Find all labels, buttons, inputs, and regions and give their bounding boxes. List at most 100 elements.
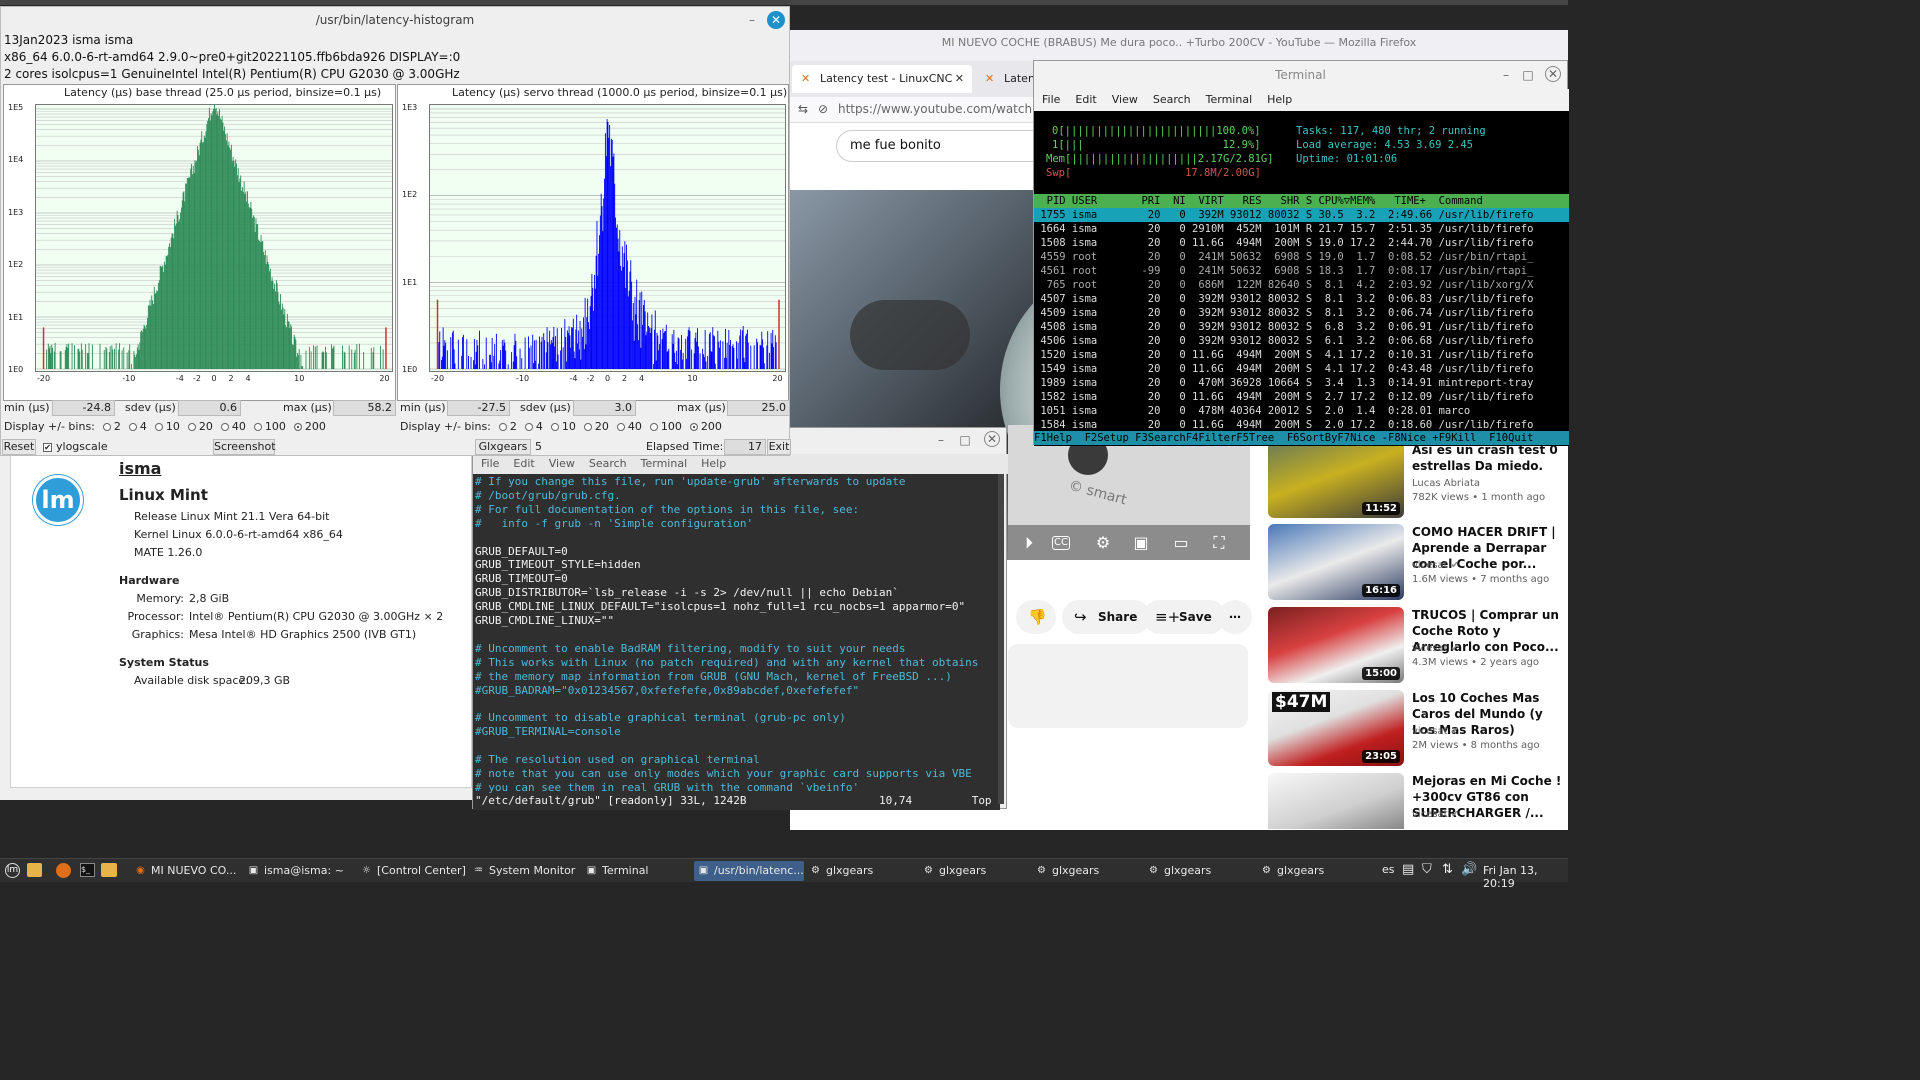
bins-radio-200[interactable] — [293, 423, 302, 431]
minimize-icon[interactable]: – — [1497, 66, 1515, 84]
bins-radio-10[interactable] — [550, 423, 559, 431]
menu-file[interactable]: File — [1042, 93, 1060, 106]
files-launcher-icon[interactable] — [27, 863, 42, 877]
minimize-icon[interactable]: – — [932, 431, 950, 449]
recommendation-thumbnail[interactable]: 16:16 — [1268, 524, 1404, 600]
taskbar-item[interactable]: ⚙ glxgears — [1257, 861, 1367, 881]
process-row[interactable]: 1755 isma 20 0 392M 93012 80032 S 30.5 3… — [1034, 208, 1569, 222]
firefox-launcher-icon[interactable] — [56, 863, 71, 878]
dislike-button[interactable]: 👎 — [1016, 600, 1056, 634]
taskbar-item[interactable]: ▣ isma@isma: ~ — [244, 861, 354, 881]
maximize-icon[interactable]: □ — [1519, 66, 1537, 84]
recommendation-thumbnail[interactable]: $47M 23:05 — [1268, 690, 1404, 766]
volume-icon[interactable]: 🔊 — [1461, 862, 1477, 877]
process-row[interactable]: 1582 isma 20 0 11.6G 494M 200M S 2.7 17.… — [1034, 390, 1569, 404]
channel-name[interactable]: vicesat ✔ — [1412, 643, 1459, 654]
channel-name[interactable]: Lucas Abriata — [1412, 478, 1480, 489]
bins-radio-100[interactable] — [253, 423, 262, 431]
recommendation-thumbnail[interactable]: 11:52 — [1268, 442, 1404, 518]
description-box[interactable] — [1008, 644, 1248, 728]
vim-editor[interactable]: # If you change this file, run 'update-g… — [473, 474, 1000, 810]
process-row[interactable]: 1051 isma 20 0 478M 40364 20012 S 2.0 1.… — [1034, 404, 1569, 418]
share-button[interactable]: ↪ Share — [1062, 600, 1152, 634]
close-icon[interactable]: ✕ — [1545, 66, 1561, 82]
process-row[interactable]: 765 root 20 0 686M 122M 82640 S 8.1 4.2 … — [1034, 278, 1569, 292]
process-row[interactable]: 4509 isma 20 0 392M 93012 80032 S 8.1 3.… — [1034, 306, 1569, 320]
bins-radio-4[interactable] — [524, 423, 533, 431]
bins-radio-20[interactable] — [187, 423, 196, 431]
taskbar-item[interactable]: ⚙ glxgears — [1032, 861, 1142, 881]
taskbar-item[interactable]: ⚙ glxgears — [1144, 861, 1254, 881]
process-row[interactable]: 4561 root -99 0 241M 50632 6908 S 18.3 1… — [1034, 264, 1569, 278]
bins-radio-10[interactable] — [154, 423, 163, 431]
taskbar-item[interactable]: ⚙ glxgears — [919, 861, 1029, 881]
mint-menu-icon[interactable]: lm — [5, 863, 20, 878]
youtube-search-input[interactable]: me fue bonito — [836, 130, 1046, 162]
menu-view[interactable]: View — [549, 457, 575, 470]
miniplayer-icon[interactable]: ▣ — [1130, 532, 1152, 554]
taskbar-item[interactable]: ◉ MI NUEVO CO... — [131, 861, 241, 881]
menu-file[interactable]: File — [481, 457, 499, 470]
bins-radio-4[interactable] — [128, 423, 137, 431]
close-tab-icon[interactable]: ✕ — [955, 65, 964, 93]
terminal-scrollbar[interactable] — [998, 474, 1004, 804]
menu-help[interactable]: Help — [1267, 93, 1292, 106]
tab-latency-test[interactable]: ✕ Latency test - LinuxCNC ✕ — [792, 65, 972, 93]
menu-edit[interactable]: Edit — [1075, 93, 1096, 106]
bins-radio-200[interactable] — [689, 423, 698, 431]
more-actions-button[interactable]: ⋯ — [1218, 600, 1252, 634]
process-row[interactable]: 1549 isma 20 0 11.6G 494M 200M S 4.1 17.… — [1034, 362, 1569, 376]
play-icon[interactable]: ⏵ — [1018, 532, 1040, 554]
channel-name[interactable]: vicesat ✔ — [1412, 809, 1459, 820]
folder-launcher-icon[interactable] — [101, 863, 117, 877]
tracking-shield-icon[interactable]: ⊘ — [818, 102, 828, 116]
channel-name[interactable]: vicesat ✔ — [1412, 726, 1459, 737]
screenshot-button[interactable]: Screenshot — [213, 439, 276, 455]
maximize-icon[interactable]: □ — [956, 431, 974, 449]
process-row[interactable]: 4559 root 20 0 241M 50632 6908 S 19.0 1.… — [1034, 250, 1569, 264]
recommendation-item[interactable]: 16:16 COMO HACER DRIFT | Aprende a Derra… — [1268, 524, 1568, 602]
theater-icon[interactable]: ▭ — [1170, 532, 1192, 554]
process-row[interactable]: 4507 isma 20 0 392M 93012 80032 S 8.1 3.… — [1034, 292, 1569, 306]
minimize-icon[interactable]: – — [743, 11, 761, 29]
close-icon[interactable]: ✕ — [984, 431, 1000, 447]
taskbar-item[interactable]: ☼ [Control Center] — [357, 861, 467, 881]
captions-icon[interactable]: CC — [1052, 536, 1070, 550]
process-row[interactable]: 4506 isma 20 0 392M 93012 80032 S 6.1 3.… — [1034, 334, 1569, 348]
save-button[interactable]: ≡+ Save — [1143, 600, 1226, 634]
bins-radio-2[interactable] — [498, 423, 507, 431]
process-row[interactable]: 1508 isma 20 0 11.6G 494M 200M S 19.0 17… — [1034, 236, 1569, 250]
menu-terminal[interactable]: Terminal — [1206, 93, 1253, 106]
menu-help[interactable]: Help — [701, 457, 726, 470]
recommendation-title[interactable]: Así es un crash test 0 estrellas Da mied… — [1412, 442, 1562, 474]
menu-search[interactable]: Search — [1153, 93, 1191, 106]
channel-name[interactable]: vicesat ✔ — [1412, 560, 1459, 571]
process-row[interactable]: 1520 isma 20 0 11.6G 494M 200M S 4.1 17.… — [1034, 348, 1569, 362]
shield-icon[interactable]: ⛉ — [1422, 862, 1432, 877]
menu-terminal[interactable]: Terminal — [641, 457, 688, 470]
exit-button[interactable]: Exit — [767, 439, 791, 455]
taskbar-item[interactable]: ▣ /usr/bin/latenc... — [694, 861, 804, 881]
menu-edit[interactable]: Edit — [513, 457, 534, 470]
recommendation-item[interactable]: Mejoras en Mi Coche ! +300cv GT86 con SU… — [1268, 773, 1568, 829]
recommendation-item[interactable]: $47M 23:05 Los 10 Coches Mas Caros del M… — [1268, 690, 1568, 768]
recommendation-thumbnail[interactable]: 15:00 — [1268, 607, 1404, 683]
recommendation-item[interactable]: 15:00 TRUCOS | Comprar un Coche Roto y A… — [1268, 607, 1568, 685]
process-table-header[interactable]: PID USER PRI NI VIRT RES SHR S CPU%▽MEM%… — [1034, 194, 1569, 208]
htop-screen[interactable]: 0[||||||||||||||||||||||||100.0%] 1[||| … — [1034, 111, 1569, 446]
clipboard-icon[interactable]: ▤ — [1402, 862, 1414, 877]
menu-search[interactable]: Search — [589, 457, 627, 470]
process-row[interactable]: 1664 isma 20 0 2910M 452M 101M R 21.7 15… — [1034, 222, 1569, 236]
htop-function-keys[interactable]: F1Help F2Setup F3SearchF4FilterF5Tree F6… — [1034, 431, 1569, 445]
taskbar-item[interactable]: ♒ System Monitor — [469, 861, 579, 881]
terminal-launcher-icon[interactable]: $_ — [80, 863, 95, 877]
ylogscale-checkbox[interactable]: ✔ ylogscale — [43, 440, 108, 453]
fullscreen-icon[interactable]: ⛶ — [1208, 532, 1230, 554]
back-icon[interactable]: ⇆ — [798, 102, 808, 116]
tab-latency-2[interactable]: ✕ Laten — [976, 65, 1036, 93]
close-icon[interactable]: ✕ — [767, 11, 785, 29]
process-row[interactable]: 1989 isma 20 0 470M 36928 10664 S 3.4 1.… — [1034, 376, 1569, 390]
process-row[interactable]: 4508 isma 20 0 392M 93012 80032 S 6.8 3.… — [1034, 320, 1569, 334]
settings-icon[interactable]: ⚙ — [1092, 532, 1114, 554]
taskbar-item[interactable]: ⚙ glxgears — [806, 861, 916, 881]
